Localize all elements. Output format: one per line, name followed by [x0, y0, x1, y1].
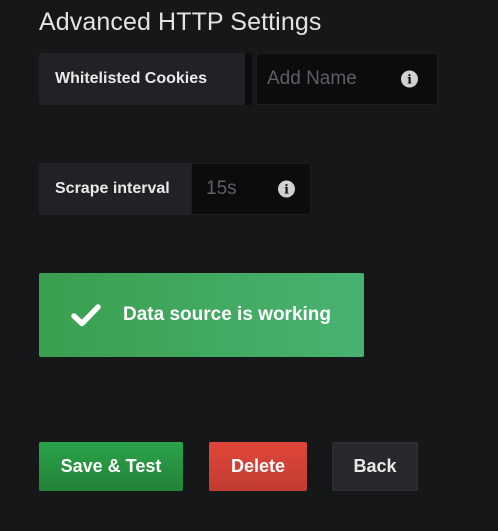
- section-title: Advanced HTTP Settings: [39, 8, 322, 36]
- data-source-settings-page: Advanced HTTP Settings Whitelisted Cooki…: [0, 0, 498, 531]
- checkmark-icon: [39, 303, 123, 327]
- whitelisted-cookies-label: Whitelisted Cookies: [39, 53, 245, 105]
- info-icon[interactable]: i: [401, 70, 418, 88]
- scrape-interval-label: Scrape interval: [39, 163, 191, 215]
- scrape-interval-input[interactable]: 15s i: [191, 163, 311, 215]
- scrape-interval-placeholder: 15s: [206, 178, 237, 199]
- delete-button[interactable]: Delete: [209, 442, 307, 491]
- scrape-interval-row: Scrape interval 15s i: [39, 163, 311, 215]
- save-and-test-button[interactable]: Save & Test: [39, 442, 183, 491]
- info-icon[interactable]: i: [278, 180, 295, 198]
- whitelisted-cookies-input[interactable]: Add Name i: [256, 53, 438, 105]
- label-divider: [245, 53, 252, 105]
- alert-message: Data source is working: [123, 304, 332, 325]
- whitelisted-cookies-row: Whitelisted Cookies Add Name i: [39, 53, 438, 105]
- success-alert: Data source is working: [39, 273, 364, 357]
- back-button[interactable]: Back: [332, 442, 418, 491]
- whitelisted-cookies-placeholder: Add Name: [267, 68, 357, 89]
